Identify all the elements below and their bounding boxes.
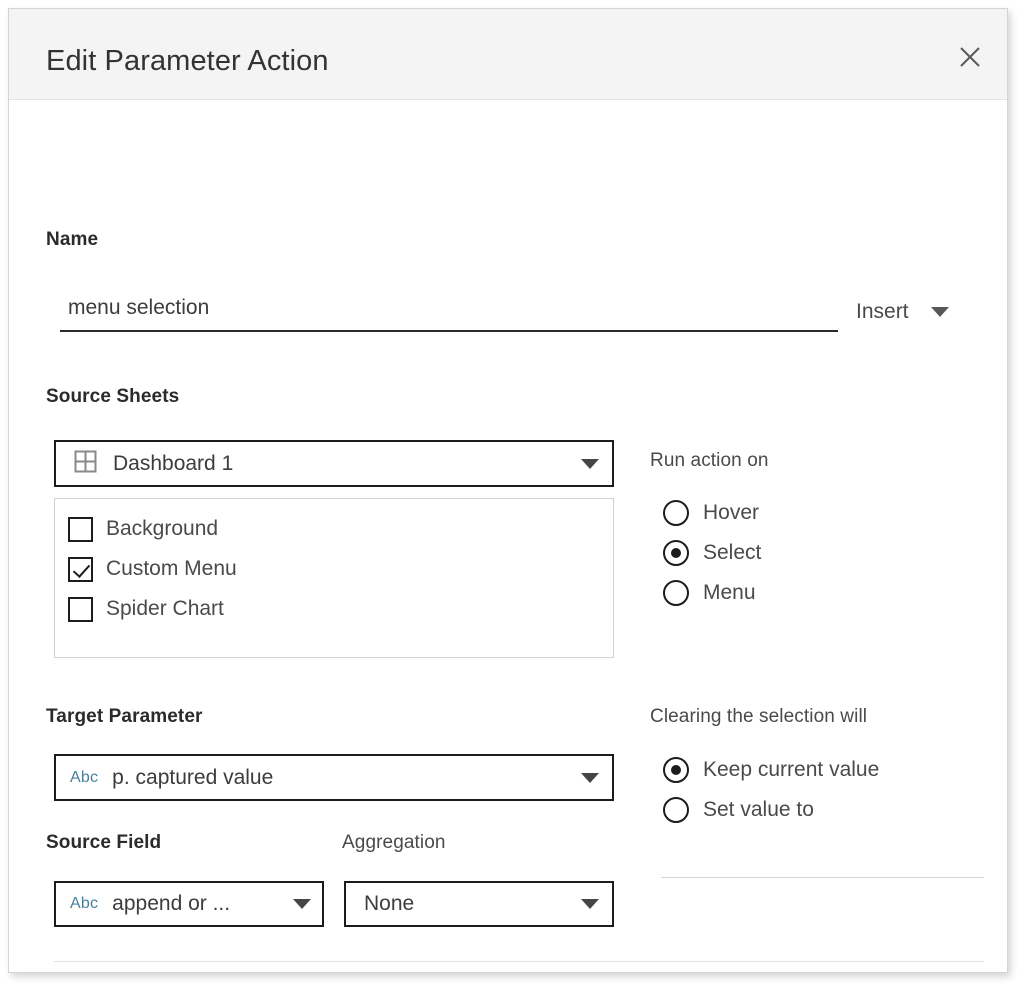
run-action-on-label: Run action on [650,450,769,472]
dialog-body: Name Insert Source Sheets Dashboard [9,100,1007,973]
radio-option-keep-current-value[interactable]: Keep current value [663,750,879,790]
run-action-radio-group: Hover Select Menu [663,493,761,613]
aggregation-value: None [364,892,581,916]
target-parameter-select[interactable]: Abc p. captured value [54,754,614,801]
insert-dropdown[interactable]: Insert [856,300,949,324]
checkbox-custom-menu[interactable] [68,557,93,582]
clearing-selection-label: Clearing the selection will [650,706,867,728]
target-parameter-value: p. captured value [112,766,581,790]
right-column-divider [661,877,984,878]
radio-button[interactable] [663,540,689,566]
radio-label: Menu [703,581,756,605]
radio-option-hover[interactable]: Hover [663,493,761,533]
radio-button[interactable] [663,580,689,606]
edit-parameter-action-dialog: Edit Parameter Action Name Insert Source… [8,8,1008,973]
footer-divider [54,961,984,962]
page-title: Edit Parameter Action [46,45,329,78]
radio-button[interactable] [663,757,689,783]
radio-option-select[interactable]: Select [663,533,761,573]
target-parameter-label: Target Parameter [46,706,203,728]
checkbox-spider-chart[interactable] [68,597,93,622]
aggregation-select[interactable]: None [344,881,614,927]
source-field-value: append or ... [112,892,293,916]
list-item[interactable]: Custom Menu [68,549,613,589]
list-item[interactable]: Spider Chart [68,589,613,629]
source-sheets-label: Source Sheets [46,386,179,408]
chevron-down-icon [581,899,599,909]
list-item[interactable]: Background [68,509,613,549]
radio-option-set-value-to[interactable]: Set value to [663,790,879,830]
radio-label: Set value to [703,798,814,822]
radio-label: Keep current value [703,758,879,782]
name-label: Name [46,229,98,251]
insert-label: Insert [856,300,909,324]
radio-label: Select [703,541,761,565]
list-item-label: Spider Chart [106,597,224,621]
chevron-down-icon [581,459,599,469]
source-sheet-value: Dashboard 1 [113,452,581,476]
name-field-wrapper [60,296,838,332]
aggregation-label: Aggregation [342,832,446,854]
close-icon[interactable] [953,40,987,74]
chevron-down-icon [931,307,949,317]
source-sheet-select[interactable]: Dashboard 1 [54,440,614,487]
screen-root: Edit Parameter Action Name Insert Source… [0,0,1021,989]
name-input[interactable] [60,296,838,322]
source-field-select[interactable]: Abc append or ... [54,881,324,927]
dashboard-grid-icon [74,450,97,478]
abc-type-icon: Abc [70,895,98,913]
radio-label: Hover [703,501,759,525]
chevron-down-icon [293,899,311,909]
abc-type-icon: Abc [70,769,98,787]
checkbox-background[interactable] [68,517,93,542]
radio-button[interactable] [663,797,689,823]
dialog-header: Edit Parameter Action [9,9,1007,100]
source-field-label: Source Field [46,832,161,854]
radio-option-menu[interactable]: Menu [663,573,761,613]
list-item-label: Background [106,517,218,541]
clearing-selection-radio-group: Keep current value Set value to [663,750,879,830]
source-sheets-listbox[interactable]: Background Custom Menu Spider Chart [54,498,614,658]
chevron-down-icon [581,773,599,783]
radio-button[interactable] [663,500,689,526]
list-item-label: Custom Menu [106,557,237,581]
